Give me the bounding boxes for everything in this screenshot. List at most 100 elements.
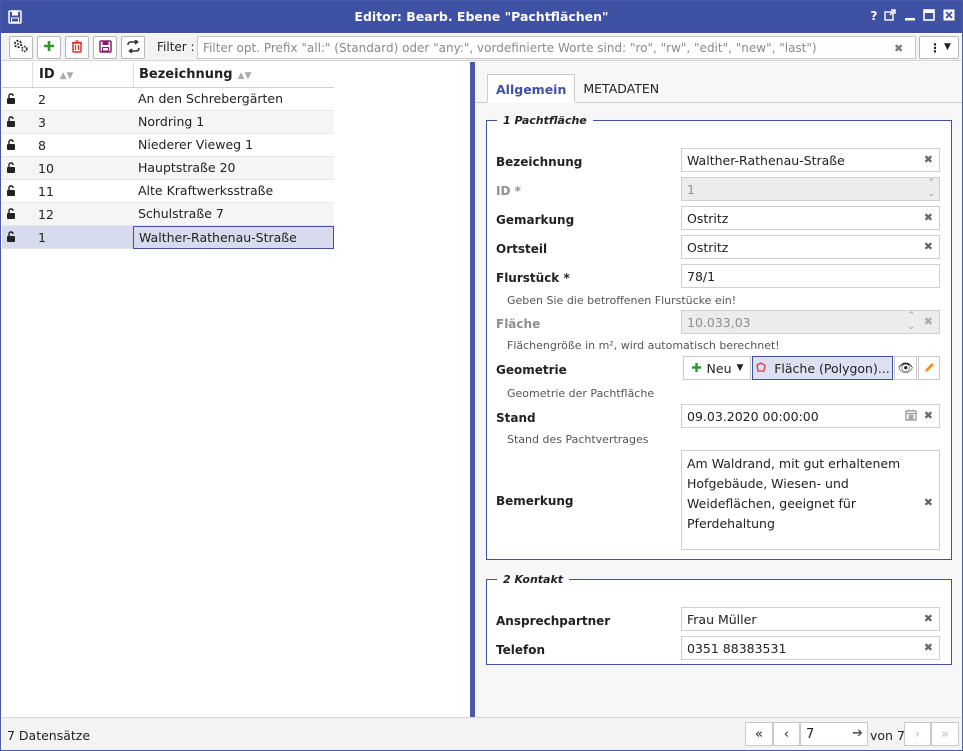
calendar-icon[interactable] (905, 409, 917, 424)
cell-id: 1 (38, 229, 46, 245)
clear-icon[interactable]: ✖ (924, 240, 933, 253)
clear-icon[interactable]: ✖ (924, 409, 933, 422)
tab-metadaten[interactable]: METADATEN (575, 74, 667, 103)
status-bar: 7 Datensätze « ‹ 7 ➔ von 7 › » (2, 717, 961, 750)
edit-geometry-button[interactable] (918, 356, 940, 380)
first-page-button[interactable]: « (745, 722, 773, 746)
geometrie-hint: Geometrie der Pachtfläche (507, 387, 655, 400)
ortsteil-field[interactable]: Ostritz ✖ (681, 235, 940, 259)
geometry-polygon-button[interactable]: Fläche (Polygon)... (752, 356, 893, 380)
flaeche-field: 10.033,03 ⌃ ⌄ ✖ (681, 310, 940, 334)
flurstueck-hint: Geben Sie die betroffenen Flurstücke ein… (507, 294, 737, 307)
chevron-down-icon: ▼ (944, 42, 951, 52)
clear-icon[interactable]: ✖ (924, 211, 933, 224)
delete-button[interactable] (65, 36, 89, 59)
refresh-icon (126, 38, 141, 56)
lock-icon (2, 161, 32, 176)
record-detail-panel: Allgemein METADATEN 1 Pachtfläche Bezeic… (475, 62, 962, 717)
last-page-button[interactable]: » (931, 722, 959, 746)
clear-icon[interactable]: ✖ (924, 641, 933, 654)
tab-allgemein[interactable]: Allgemein (487, 74, 576, 103)
add-button[interactable] (37, 36, 61, 59)
first-page-icon: « (755, 726, 763, 742)
column-header-bezeichnung[interactable]: Bezeichnung ▲▼ (133, 62, 334, 87)
stand-hint: Stand des Pachtvertrages (507, 433, 649, 446)
table-row[interactable]: 12 Schulstraße 7 (2, 203, 334, 226)
title-bar[interactable]: Editor: Bearb. Ebene "Pachtflächen" ? (1, 1, 962, 33)
lock-icon (2, 207, 32, 222)
table-row[interactable]: 8 Niederer Vieweg 1 (2, 134, 334, 157)
clear-icon: ✖ (923, 315, 933, 328)
stand-label: Stand (496, 411, 536, 425)
prev-page-icon: ‹ (783, 726, 790, 742)
section-legend: 1 Pachtfläche (503, 114, 587, 127)
ansprechpartner-field[interactable]: Frau Müller ✖ (681, 607, 940, 631)
next-page-icon: › (914, 726, 921, 742)
menu-button[interactable]: ⋮ ▼ (919, 36, 959, 59)
bezeichnung-label: Bezeichnung (496, 155, 583, 169)
flurstueck-field[interactable]: 78/1 (681, 264, 940, 288)
refresh-button[interactable] (121, 36, 145, 59)
page-total: von 7 (870, 728, 905, 743)
save-button[interactable] (93, 36, 117, 59)
cell-bezeichnung: Nordring 1 (138, 113, 205, 129)
external-icon[interactable] (883, 9, 897, 23)
lock-icon (2, 184, 32, 199)
column-header-id[interactable]: ID ▲▼ (32, 62, 133, 87)
cell-bezeichnung: Walther-Rathenau-Straße (133, 225, 334, 249)
table-row[interactable]: 1 Walther-Rathenau-Straße (2, 225, 334, 249)
geometrie-label: Geometrie (496, 363, 567, 377)
grid-body: 2 An den Schrebergärten 3 Nordring 1 8 Nieder… (2, 88, 334, 249)
view-geometry-button[interactable]: 👁 (894, 356, 917, 380)
clear-icon[interactable]: ✖ (894, 42, 903, 55)
add-icon (691, 361, 702, 376)
clear-icon[interactable]: ✖ (924, 612, 933, 625)
cell-id: 8 (38, 137, 46, 153)
go-arrow-icon[interactable]: ➔ (852, 726, 863, 741)
editor-window: Editor: Bearb. Ebene "Pachtflächen" ? Fi… (0, 0, 963, 751)
toolbar: Filter : ✖ ⋮ ▼ (2, 34, 961, 61)
filter-input[interactable] (197, 36, 916, 59)
table-row[interactable]: 10 Hauptstraße 20 (2, 157, 334, 180)
settings-button[interactable] (9, 36, 33, 59)
ortsteil-label: Ortsteil (496, 242, 548, 256)
ansprechpartner-label: Ansprechpartner (496, 614, 611, 628)
id-field: 1 ⌃ ⌄ (681, 177, 940, 201)
bemerkung-textarea[interactable]: Am Waldrand, mit gut erhaltenem Hofgebäu… (681, 450, 940, 550)
gemarkung-field[interactable]: Ostritz ✖ (681, 206, 940, 230)
last-page-icon: » (941, 726, 949, 742)
record-list-panel: ID ▲▼ Bezeichnung ▲▼ 2 An den Schrebergärte… (2, 62, 470, 717)
lock-icon (2, 230, 32, 245)
table-row[interactable]: 3 Nordring 1 (2, 111, 334, 134)
menu-icon: ⋮ (929, 41, 941, 55)
lock-icon (2, 115, 32, 130)
prev-page-button[interactable]: ‹ (773, 722, 800, 746)
bezeichnung-field[interactable]: Walther-Rathenau-Straße ✖ (681, 148, 940, 172)
geometry-new-button[interactable]: Neu ▼ (683, 356, 751, 380)
page-input[interactable]: 7 ➔ (800, 722, 868, 746)
save-icon (98, 39, 112, 56)
clear-icon[interactable]: ✖ (924, 493, 933, 513)
flaeche-hint: Flächengröße in m², wird automatisch ber… (507, 339, 780, 352)
flaeche-label: Fläche (496, 317, 541, 331)
next-page-button[interactable]: › (904, 722, 931, 746)
cell-id: 2 (38, 91, 46, 107)
record-count: 7 Datensätze (7, 728, 91, 743)
table-row[interactable]: 11 Alte Kraftwerksstraße (2, 180, 334, 203)
stand-field[interactable]: 09.03.2020 00:00:00 ✖ (681, 404, 940, 428)
window-title: Editor: Bearb. Ebene "Pachtflächen" (354, 9, 609, 24)
section-legend: 2 Kontakt (503, 573, 564, 586)
close-icon[interactable] (942, 9, 956, 23)
spinner-icon: ⌃ ⌄ (907, 311, 915, 332)
maximize-icon[interactable] (922, 9, 936, 23)
cell-id: 3 (38, 114, 46, 130)
clear-icon[interactable]: ✖ (924, 153, 933, 166)
eye-icon: 👁 (897, 360, 914, 375)
lock-icon (2, 92, 32, 107)
table-row[interactable]: 2 An den Schrebergärten (2, 88, 334, 111)
telefon-field[interactable]: 0351 88383531 ✖ (681, 636, 940, 660)
minimize-icon[interactable] (903, 9, 917, 23)
help-icon[interactable]: ? (867, 9, 881, 23)
sort-icon: ▲▼ (59, 71, 74, 81)
bemerkung-label: Bemerkung (496, 494, 574, 508)
